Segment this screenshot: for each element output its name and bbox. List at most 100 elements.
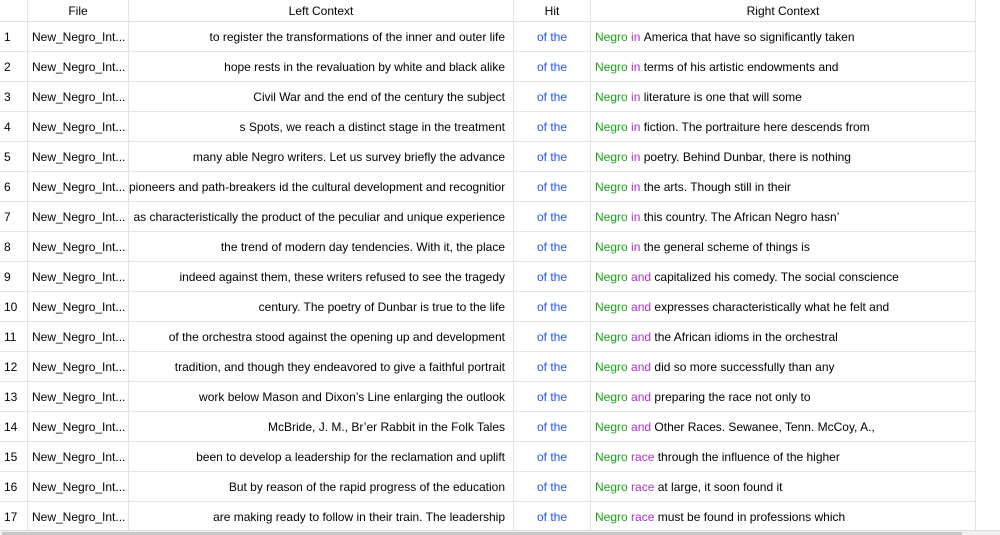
table-row[interactable]: 6 New_Negro_Int... pioneers and path-break… [0,172,976,202]
table-row[interactable]: 17 New_Negro_Int... are making ready to fo… [0,502,976,530]
hit-cell: of the [514,442,591,471]
collocate-1: Negro [595,389,628,404]
row-number: 12 [0,352,28,381]
left-context-text: century. The poetry of Dunbar is true to… [258,299,505,314]
table-row[interactable]: 1 New_Negro_Int... to register the transfo… [0,22,976,52]
horizontal-scrollbar[interactable] [0,530,1000,535]
hit-cell: of the [514,352,591,381]
header-right-context[interactable]: Right Context [591,0,976,21]
right-context-cell: Negro and expresses characteristically w… [591,292,976,321]
collocate-1: Negro [595,209,628,224]
row-number: 7 [0,202,28,231]
row-number: 6 [0,172,28,201]
table-row[interactable]: 4 New_Negro_Int... s Spots, we reach a dis… [0,112,976,142]
header-row-number[interactable] [0,0,28,21]
left-context-cell: as characteristically the product of the… [129,202,514,231]
table-row[interactable]: 5 New_Negro_Int... many able Negro writers… [0,142,976,172]
table-row[interactable]: 2 New_Negro_Int... hope rests in the reval… [0,52,976,82]
left-context-cell: tradition, and though they endeavored to… [129,352,514,381]
right-context-cell: Negro in fiction. The portraiture here d… [591,112,976,141]
collocate-2: and [631,359,652,374]
right-context-text: expresses characteristically what he fel… [654,299,890,314]
table-row[interactable]: 11 New_Negro_Int... of the orchestra stood… [0,322,976,352]
collocate-2: and [631,269,652,284]
file-cell: New_Negro_Int... [28,292,129,321]
left-context-text: been to develop a leadership for the rec… [196,449,505,464]
row-number: 15 [0,442,28,471]
left-context-text: work below Mason and Dixon’s Line enlarg… [199,389,505,404]
collocate-2: race [631,509,655,524]
collocate-1: Negro [595,119,628,134]
hit-cell: of the [514,232,591,261]
header-file[interactable]: File [28,0,129,21]
table-row[interactable]: 10 New_Negro_Int... century. The poetry of… [0,292,976,322]
right-context-cell: Negro in America that have so significan… [591,22,976,51]
left-context-cell: century. The poetry of Dunbar is true to… [129,292,514,321]
file-cell: New_Negro_Int... [28,232,129,261]
file-cell: New_Negro_Int... [28,112,129,141]
table-row[interactable]: 15 New_Negro_Int... been to develop a lead… [0,442,976,472]
table-row[interactable]: 16 New_Negro_Int... But by reason of the r… [0,472,976,502]
left-context-text: to register the transformations of the i… [209,29,506,44]
row-number: 3 [0,82,28,111]
table-row[interactable]: 3 New_Negro_Int... Civil War and the end o… [0,82,976,112]
hit-cell: of the [514,382,591,411]
hit-cell: of the [514,502,591,530]
file-cell: New_Negro_Int... [28,442,129,471]
file-cell: New_Negro_Int... [28,142,129,171]
row-number: 2 [0,52,28,81]
right-context-text: fiction. The portraiture here descends f… [643,119,870,134]
right-context-cell: Negro race at large, it soon found it [591,472,976,501]
file-cell: New_Negro_Int... [28,322,129,351]
collocate-1: Negro [595,509,628,524]
left-context-text: But by reason of the rapid progress of t… [228,479,505,494]
left-context-text: the trend of modern day tendencies. With… [220,239,505,254]
table-row[interactable]: 9 New_Negro_Int... indeed against them, th… [0,262,976,292]
left-context-cell: to register the transformations of the i… [129,22,514,51]
header-left-context[interactable]: Left Context [129,0,514,21]
left-context-cell: work below Mason and Dixon’s Line enlarg… [129,382,514,411]
row-number: 13 [0,382,28,411]
right-context-cell: Negro race must be found in professions … [591,502,976,530]
table-row[interactable]: 14 New_Negro_Int... McBride, J. M., Br’er … [0,412,976,442]
right-context-text: terms of his artistic endowments and [643,59,839,74]
collocate-1: Negro [595,179,628,194]
right-context-text: literature is one that will some [643,89,802,104]
right-context-text: poetry. Behind Dunbar, there is nothing [643,149,851,164]
left-context-text: indeed against them, these writers refus… [179,269,505,284]
left-context-cell: McBride, J. M., Br’er Rabbit in the Folk… [129,412,514,441]
right-context-cell: Negro and did so more successfully than … [591,352,976,381]
left-context-text: hope rests in the revaluation by white a… [224,59,505,74]
hit-cell: of the [514,142,591,171]
collocate-1: Negro [595,299,628,314]
row-number: 14 [0,412,28,441]
collocate-1: Negro [595,149,628,164]
collocate-2: and [631,389,652,404]
left-context-text: tradition, and though they endeavored to… [174,359,505,374]
collocate-2: in [631,29,641,44]
collocate-1: Negro [595,59,628,74]
table-row[interactable]: 13 New_Negro_Int... work below Mason and D… [0,382,976,412]
collocate-2: and [631,419,652,434]
right-context-text: the arts. Though still in their [643,179,791,194]
collocate-2: race [631,449,655,464]
left-context-text: Civil War and the end of the century the… [253,89,505,104]
file-cell: New_Negro_Int... [28,382,129,411]
collocate-1: Negro [595,89,628,104]
left-context-text: s Spots, we reach a distinct stage in th… [239,119,505,134]
left-context-cell: s Spots, we reach a distinct stage in th… [129,112,514,141]
right-context-text: the African idioms in the orchestral [654,329,838,344]
collocate-1: Negro [595,419,628,434]
right-context-cell: Negro in this country. The African Negro… [591,202,976,231]
table-row[interactable]: 8 New_Negro_Int... the trend of modern day… [0,232,976,262]
table-row[interactable]: 7 New_Negro_Int... as characteristically t… [0,202,976,232]
left-context-cell: the trend of modern day tendencies. With… [129,232,514,261]
left-context-cell: indeed against them, these writers refus… [129,262,514,291]
header-hit[interactable]: Hit [514,0,591,21]
table-row[interactable]: 12 New_Negro_Int... tradition, and though … [0,352,976,382]
right-context-text: Other Races. Sewanee, Tenn. McCoy, A., [654,419,875,434]
row-number: 4 [0,112,28,141]
left-context-text: many able Negro writers. Let us survey b… [192,149,505,164]
hit-cell: of the [514,412,591,441]
right-context-cell: Negro and capitalized his comedy. The so… [591,262,976,291]
